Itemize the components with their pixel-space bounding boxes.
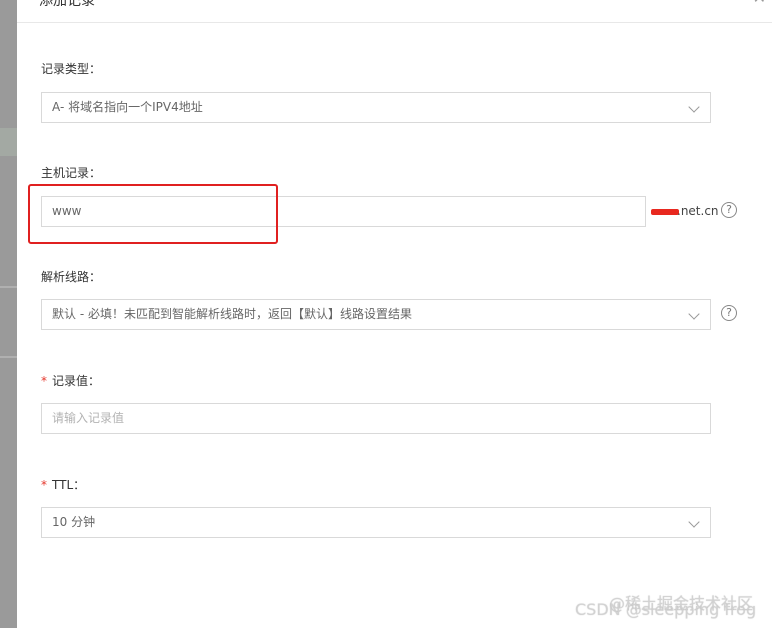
- required-mark: *: [41, 374, 47, 388]
- redaction-mark: [651, 209, 679, 215]
- record-type-label: 记录类型：: [41, 62, 102, 76]
- record-type-select[interactable]: A- 将域名指向一个IPV4地址: [41, 92, 711, 123]
- record-type-value: A- 将域名指向一个IPV4地址: [52, 100, 203, 114]
- help-icon[interactable]: ?: [721, 202, 737, 218]
- record-value-input[interactable]: 请输入记录值: [41, 403, 711, 434]
- ttl-select[interactable]: 10 分钟: [41, 507, 711, 538]
- background-divider: [0, 356, 17, 358]
- record-value-label-text: 记录值：: [52, 374, 101, 388]
- background-overlay: [0, 0, 17, 628]
- record-value-placeholder: 请输入记录值: [52, 411, 125, 425]
- resolution-line-value: 默认 - 必填！未匹配到智能解析线路时，返回【默认】线路设置结果: [52, 307, 412, 321]
- background-element: [0, 128, 17, 156]
- ttl-label: * TTL：: [41, 476, 85, 493]
- ttl-value: 10 分钟: [52, 515, 96, 529]
- highlight-annotation: [28, 184, 278, 244]
- resolution-line-select[interactable]: 默认 - 必填！未匹配到智能解析线路时，返回【默认】线路设置结果: [41, 299, 711, 330]
- chevron-down-icon: [688, 308, 700, 320]
- add-record-dialog: 添加记录 ✕ 记录类型： A- 将域名指向一个IPV4地址 主机记录： www …: [17, 0, 772, 628]
- background-divider: [0, 286, 17, 288]
- dialog-header: 添加记录 ✕: [17, 0, 772, 23]
- chevron-down-icon: [688, 101, 700, 113]
- dialog-title: 添加记录: [39, 0, 95, 9]
- resolution-line-label: 解析线路：: [41, 270, 102, 284]
- ttl-label-text: TTL：: [52, 478, 86, 492]
- host-record-label: 主机记录：: [41, 166, 102, 180]
- help-icon[interactable]: ?: [721, 305, 737, 321]
- chevron-down-icon: [688, 516, 700, 528]
- close-icon[interactable]: ✕: [753, 0, 766, 7]
- domain-suffix: .net.cn: [677, 204, 719, 218]
- watermark-csdn: CSDN @sleepping frog: [575, 600, 757, 619]
- record-value-label: * 记录值：: [41, 372, 100, 389]
- required-mark: *: [41, 478, 47, 492]
